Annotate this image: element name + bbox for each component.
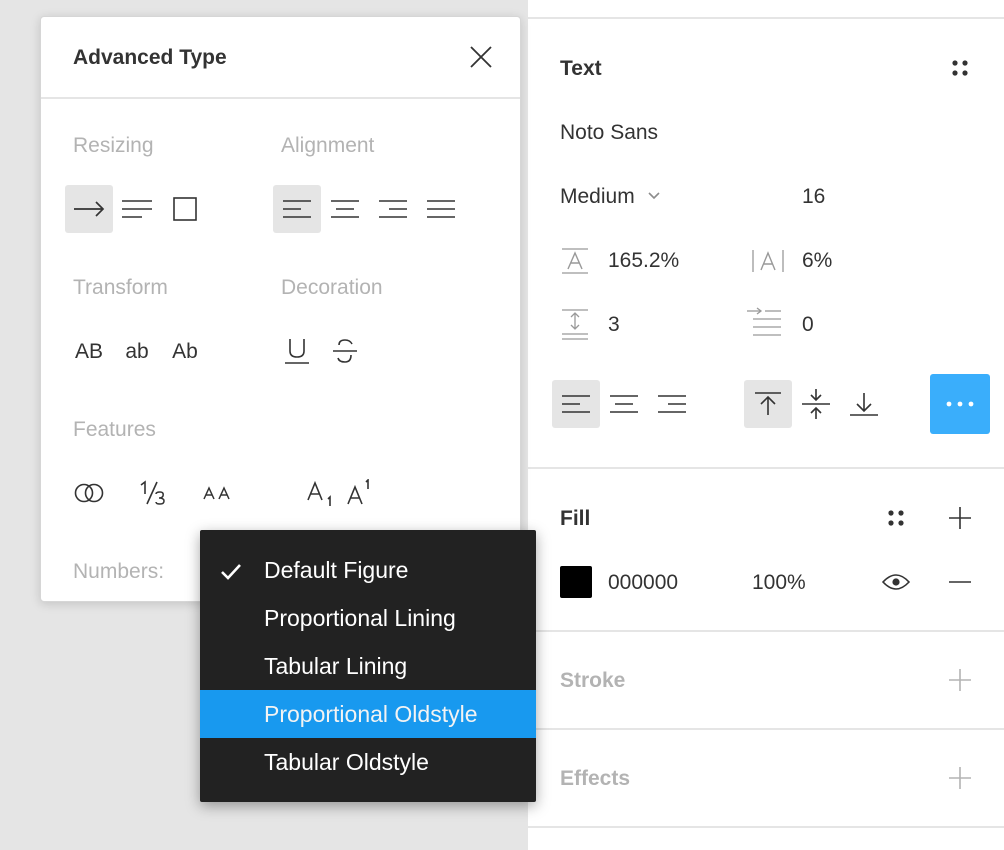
menu-item-label: Tabular Oldstyle	[264, 748, 429, 775]
remove-fill-icon[interactable]	[944, 568, 976, 596]
chevron-down-icon	[647, 188, 661, 206]
popup-align-right-button[interactable]	[369, 185, 417, 233]
decoration-label: Decoration	[281, 276, 383, 299]
titlecase-text: Ab	[172, 339, 198, 363]
paragraph-indent-input[interactable]: 0	[802, 314, 814, 335]
add-stroke-icon[interactable]	[944, 664, 976, 696]
divider	[528, 826, 1004, 828]
align-center-button[interactable]	[600, 380, 648, 428]
fill-styles-icon[interactable]	[880, 502, 912, 534]
paragraph-spacing-input[interactable]: 3	[608, 314, 620, 335]
font-size-input[interactable]: 16	[802, 186, 825, 207]
titlecase-button[interactable]: Ab	[161, 327, 209, 375]
uppercase-text: AB	[74, 339, 103, 363]
add-fill-icon[interactable]	[944, 502, 976, 534]
superscript-button[interactable]	[337, 469, 385, 517]
add-effect-icon[interactable]	[944, 762, 976, 794]
align-left-button[interactable]	[552, 380, 600, 428]
divider	[528, 630, 1004, 632]
features-label: Features	[73, 418, 156, 441]
checkmark-icon	[220, 560, 242, 587]
numbers-dropdown-menu: Default Figure Proportional Lining Tabul…	[200, 530, 536, 802]
align-middle-button[interactable]	[792, 380, 840, 428]
paragraph-indent-icon	[744, 306, 784, 342]
divider	[528, 467, 1004, 469]
lowercase-button[interactable]: ab	[113, 327, 161, 375]
paragraph-spacing-icon	[558, 306, 592, 342]
styles-grid-icon[interactable]	[944, 52, 976, 84]
line-height-icon	[558, 244, 592, 278]
align-top-button[interactable]	[744, 380, 792, 428]
strikethrough-button[interactable]	[321, 327, 369, 375]
transform-label: Transform	[73, 276, 168, 299]
divider	[528, 17, 1004, 19]
divider	[528, 728, 1004, 730]
stroke-section-title: Stroke	[560, 669, 626, 692]
design-panel: Text Noto Sans Medium 16 165.2% 6% 3 0 F…	[528, 0, 1004, 850]
menu-item-default-figure[interactable]: Default Figure	[200, 546, 536, 594]
numbers-label: Numbers:	[73, 560, 165, 583]
menu-item-label: Proportional Oldstyle	[264, 700, 478, 727]
line-height-input[interactable]: 165.2%	[608, 250, 679, 271]
ligatures-button[interactable]	[65, 469, 113, 517]
fill-opacity-input[interactable]: 100%	[752, 572, 806, 593]
align-right-button[interactable]	[648, 380, 696, 428]
type-details-button[interactable]	[930, 374, 990, 434]
menu-item-label: Tabular Lining	[264, 652, 408, 679]
popup-title: Advanced Type	[73, 46, 227, 69]
popup-align-center-button[interactable]	[321, 185, 369, 233]
fixed-size-button[interactable]	[161, 185, 209, 233]
popup-align-left-button[interactable]	[273, 185, 321, 233]
font-weight-value: Medium	[560, 185, 635, 208]
letter-spacing-icon	[748, 244, 788, 278]
auto-height-button[interactable]	[113, 185, 161, 233]
fill-section-title: Fill	[560, 507, 591, 530]
popup-align-justify-button[interactable]	[417, 185, 465, 233]
menu-item-tabular-lining[interactable]: Tabular Lining	[200, 642, 536, 690]
resizing-label: Resizing	[73, 134, 154, 157]
letter-spacing-input[interactable]: 6%	[802, 250, 832, 271]
menu-item-tabular-oldstyle[interactable]: Tabular Oldstyle	[200, 738, 536, 786]
uppercase-button[interactable]: AB	[65, 327, 113, 375]
alignment-label: Alignment	[281, 134, 375, 157]
advanced-type-popup: Advanced Type Resizing Alignment Transfo…	[40, 16, 521, 602]
menu-item-label: Default Figure	[264, 556, 409, 583]
eye-icon[interactable]	[878, 568, 914, 596]
menu-item-proportional-lining[interactable]: Proportional Lining	[200, 594, 536, 642]
menu-item-label: Proportional Lining	[264, 604, 456, 631]
fill-color-swatch[interactable]	[560, 566, 592, 598]
fractions-button[interactable]	[129, 469, 177, 517]
font-family-select[interactable]: Noto Sans	[560, 122, 658, 143]
popup-header-divider	[41, 97, 520, 99]
close-icon[interactable]	[465, 41, 497, 73]
menu-item-proportional-oldstyle[interactable]: Proportional Oldstyle	[200, 690, 536, 738]
text-section-title: Text	[560, 57, 602, 80]
underline-button[interactable]	[273, 327, 321, 375]
font-weight-select[interactable]: Medium	[560, 186, 661, 207]
align-bottom-button[interactable]	[840, 380, 888, 428]
fill-hex-input[interactable]: 000000	[608, 572, 678, 593]
effects-section-title: Effects	[560, 767, 631, 790]
small-caps-button[interactable]	[193, 469, 241, 517]
auto-width-button[interactable]	[65, 185, 113, 233]
lowercase-text: ab	[125, 339, 149, 363]
